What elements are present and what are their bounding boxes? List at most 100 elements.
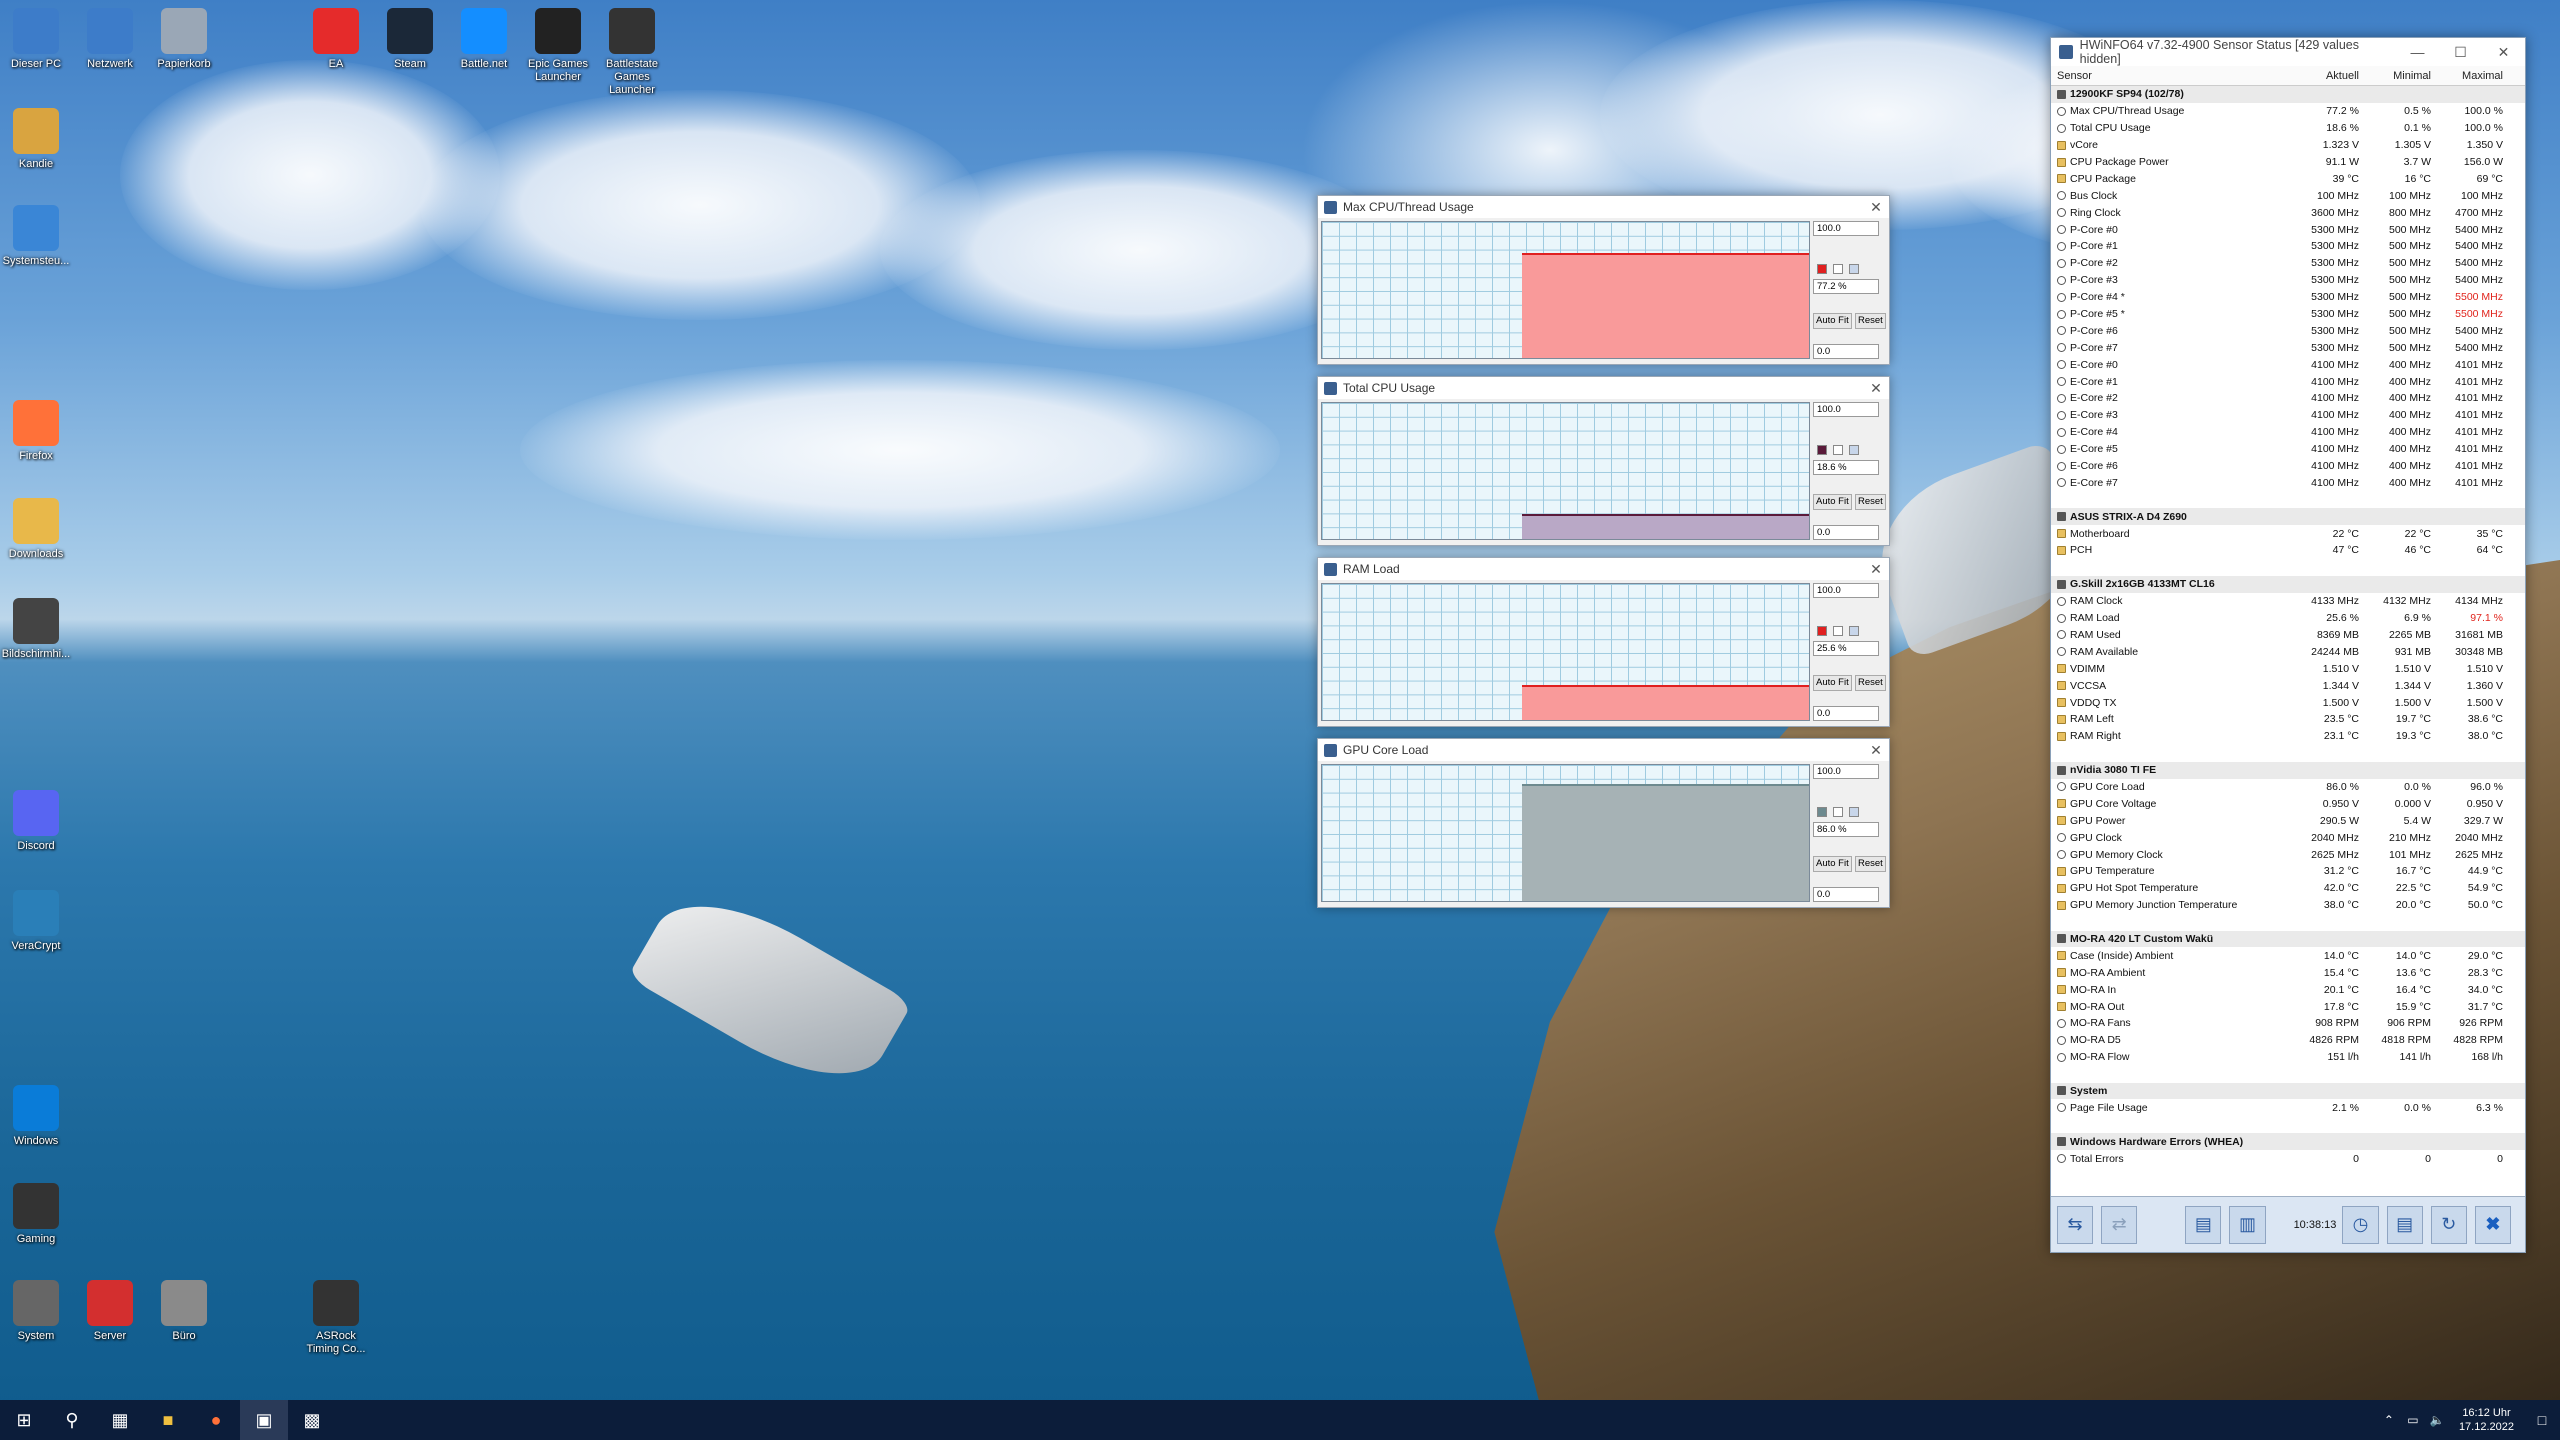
- reset-button[interactable]: Reset: [1855, 313, 1886, 329]
- series-color-swatch[interactable]: [1817, 264, 1827, 274]
- maximize-icon[interactable]: ☐: [2439, 44, 2482, 61]
- sensor-row[interactable]: MO-RA Flow 151 l/h 141 l/h 168 l/h: [2051, 1049, 2525, 1066]
- series-toggle[interactable]: [1833, 264, 1843, 274]
- sensor-row[interactable]: MO-RA Out 17.8 °C 15.9 °C 31.7 °C: [2051, 998, 2525, 1015]
- report-icon[interactable]: ▤: [2386, 1205, 2423, 1244]
- graph-titlebar[interactable]: Total CPU Usage ✕: [1318, 377, 1889, 399]
- sensor-group-row[interactable]: Windows Hardware Errors (WHEA): [2051, 1133, 2525, 1151]
- series-toggle[interactable]: [1833, 445, 1843, 455]
- search-icon[interactable]: ⚲: [48, 1400, 96, 1440]
- clock[interactable]: 16:12 Uhr 17.12.2022: [2449, 1406, 2524, 1434]
- hwinfo-window[interactable]: HWiNFO64 v7.32-4900 Sensor Status [429 v…: [2050, 37, 2526, 1253]
- auto-fit-button[interactable]: Auto Fit: [1813, 313, 1852, 329]
- sensor-row[interactable]: Total Errors 0 0 0: [2051, 1150, 2525, 1167]
- series-toggle[interactable]: [1833, 807, 1843, 817]
- graph-max-field[interactable]: 100.0: [1813, 221, 1879, 236]
- desktop-icon-recycle-bin[interactable]: Papierkorb: [148, 8, 220, 71]
- graph-window[interactable]: Max CPU/Thread Usage ✕ 100.0 77.2 % Auto Fit…: [1317, 195, 1890, 365]
- sensor-row[interactable]: P-Core #4 * 5300 MHz 500 MHz 5500 MHz: [2051, 289, 2525, 306]
- desktop-icon-computer[interactable]: Dieser PC: [0, 8, 72, 71]
- reset-button[interactable]: Reset: [1855, 494, 1886, 510]
- sensor-row[interactable]: E-Core #0 4100 MHz 400 MHz 4101 MHz: [2051, 356, 2525, 373]
- sensor-group-row[interactable]: G.Skill 2x16GB 4133MT CL16: [2051, 575, 2525, 593]
- sensor-row[interactable]: MO-RA In 20.1 °C 16.4 °C 34.0 °C: [2051, 981, 2525, 998]
- sensor-group-row[interactable]: MO-RA 420 LT Custom Wakü: [2051, 930, 2525, 948]
- desktop-icon-epic[interactable]: Epic Games Launcher: [522, 8, 594, 84]
- sensor-row[interactable]: E-Core #4 4100 MHz 400 MHz 4101 MHz: [2051, 424, 2525, 441]
- network-monitor-icon[interactable]: ▤: [2185, 1205, 2222, 1244]
- header-maximum[interactable]: Maximal: [2435, 70, 2507, 82]
- sensor-row[interactable]: VDIMM 1.510 V 1.510 V 1.510 V: [2051, 660, 2525, 677]
- sensor-row[interactable]: Max CPU/Thread Usage 77.2 % 0.5 % 100.0 %: [2051, 103, 2525, 120]
- sensor-row[interactable]: vCore 1.323 V 1.305 V 1.350 V: [2051, 137, 2525, 154]
- graph-window[interactable]: RAM Load ✕ 100.0 25.6 % Auto Fit Reset 0.0: [1317, 557, 1890, 727]
- clock-icon[interactable]: ◷: [2342, 1205, 2379, 1244]
- desktop-icon-ea[interactable]: EA: [300, 8, 372, 71]
- sensor-row[interactable]: E-Core #3 4100 MHz 400 MHz 4101 MHz: [2051, 407, 2525, 424]
- desktop-icon-asrock[interactable]: ASRock Timing Co...: [300, 1280, 372, 1356]
- sensor-group-row[interactable]: ASUS STRIX-A D4 Z690: [2051, 508, 2525, 526]
- sensor-row[interactable]: P-Core #6 5300 MHz 500 MHz 5400 MHz: [2051, 322, 2525, 339]
- sensor-row[interactable]: CPU Package 39 °C 16 °C 69 °C: [2051, 170, 2525, 187]
- hwinfo-titlebar[interactable]: HWiNFO64 v7.32-4900 Sensor Status [429 v…: [2051, 38, 2525, 66]
- auto-fit-button[interactable]: Auto Fit: [1813, 856, 1852, 872]
- sensor-row[interactable]: GPU Memory Clock 2625 MHz 101 MHz 2625 MHz: [2051, 846, 2525, 863]
- sensor-row[interactable]: P-Core #5 * 5300 MHz 500 MHz 5500 MHz: [2051, 306, 2525, 323]
- sensor-row[interactable]: GPU Core Voltage 0.950 V 0.000 V 0.950 V: [2051, 795, 2525, 812]
- graph-max-field[interactable]: 100.0: [1813, 764, 1879, 779]
- desktop-icon-veracrypt[interactable]: VeraCrypt: [0, 890, 72, 953]
- chevron-up-icon[interactable]: ⌃: [2377, 1400, 2401, 1440]
- sensor-row[interactable]: PCH 47 °C 46 °C 64 °C: [2051, 542, 2525, 559]
- sensor-row[interactable]: Total CPU Usage 18.6 % 0.1 % 100.0 %: [2051, 120, 2525, 137]
- graph-min-field[interactable]: 0.0: [1813, 525, 1879, 540]
- desktop-icon-firefox[interactable]: Firefox: [0, 400, 72, 463]
- sensor-row[interactable]: Page File Usage 2.1 % 0.0 % 6.3 %: [2051, 1099, 2525, 1116]
- app-taskbar-icon[interactable]: ▩: [288, 1400, 336, 1440]
- minimize-icon[interactable]: —: [2396, 44, 2439, 60]
- reset-icon[interactable]: ↻: [2430, 1205, 2467, 1244]
- header-minimum[interactable]: Minimal: [2363, 70, 2435, 82]
- firefox-taskbar-icon[interactable]: ●: [192, 1400, 240, 1440]
- desktop-icon-mouse[interactable]: Gaming: [0, 1183, 72, 1246]
- arrows-collapse-icon[interactable]: ⇄: [2101, 1205, 2138, 1244]
- sensor-row[interactable]: Motherboard 22 °C 22 °C 35 °C: [2051, 525, 2525, 542]
- series-color-swatch[interactable]: [1817, 445, 1827, 455]
- series-toggle[interactable]: [1849, 264, 1859, 274]
- sensor-group-row[interactable]: nVidia 3080 TI FE: [2051, 761, 2525, 779]
- auto-fit-button[interactable]: Auto Fit: [1813, 494, 1852, 510]
- desktop-icon-windows[interactable]: Windows: [0, 1085, 72, 1148]
- series-toggle[interactable]: [1849, 807, 1859, 817]
- sensor-row[interactable]: E-Core #2 4100 MHz 400 MHz 4101 MHz: [2051, 390, 2525, 407]
- sensor-row[interactable]: Ring Clock 3600 MHz 800 MHz 4700 MHz: [2051, 204, 2525, 221]
- sensor-group-row[interactable]: 12900KF SP94 (102/78): [2051, 86, 2525, 103]
- settings-layout-icon[interactable]: ▥: [2229, 1205, 2266, 1244]
- desktop-icon-downloads[interactable]: Downloads: [0, 498, 72, 561]
- desktop-icon-notepad[interactable]: Büro: [148, 1280, 220, 1343]
- sensor-row[interactable]: MO-RA Fans 908 RPM 906 RPM 926 RPM: [2051, 1015, 2525, 1032]
- desktop-icon-control-panel[interactable]: Systemsteu...: [0, 205, 72, 268]
- desktop-icon-network[interactable]: Netzwerk: [74, 8, 146, 71]
- close-icon[interactable]: ✕: [2482, 44, 2525, 61]
- desktop-icon-gear[interactable]: System: [0, 1280, 72, 1343]
- volume-icon[interactable]: 🔈: [2425, 1400, 2449, 1440]
- sensor-row[interactable]: MO-RA Ambient 15.4 °C 13.6 °C 28.3 °C: [2051, 964, 2525, 981]
- sensor-row[interactable]: GPU Core Load 86.0 % 0.0 % 96.0 %: [2051, 779, 2525, 796]
- sensor-row[interactable]: E-Core #6 4100 MHz 400 MHz 4101 MHz: [2051, 458, 2525, 475]
- graph-max-field[interactable]: 100.0: [1813, 402, 1879, 417]
- sensor-row[interactable]: P-Core #1 5300 MHz 500 MHz 5400 MHz: [2051, 238, 2525, 255]
- sensor-row[interactable]: GPU Clock 2040 MHz 210 MHz 2040 MHz: [2051, 829, 2525, 846]
- sensor-row[interactable]: GPU Hot Spot Temperature 42.0 °C 22.5 °C 54…: [2051, 880, 2525, 897]
- series-toggle[interactable]: [1849, 626, 1859, 636]
- sensor-row[interactable]: Case (Inside) Ambient 14.0 °C 14.0 °C 29.0 …: [2051, 947, 2525, 964]
- sensor-row[interactable]: Bus Clock 100 MHz 100 MHz 100 MHz: [2051, 187, 2525, 204]
- series-toggle[interactable]: [1833, 626, 1843, 636]
- desktop-icon-user-folder[interactable]: Kandie: [0, 108, 72, 171]
- sensor-row[interactable]: GPU Memory Junction Temperature 38.0 °C 20…: [2051, 897, 2525, 914]
- sensor-row[interactable]: E-Core #7 4100 MHz 400 MHz 4101 MHz: [2051, 474, 2525, 491]
- hwinfo-taskbar-icon[interactable]: ▣: [240, 1400, 288, 1440]
- reset-button[interactable]: Reset: [1855, 856, 1886, 872]
- sensor-row[interactable]: P-Core #7 5300 MHz 500 MHz 5400 MHz: [2051, 339, 2525, 356]
- arrows-left-right-icon[interactable]: ⇆: [2057, 1205, 2094, 1244]
- sensor-row[interactable]: RAM Clock 4133 MHz 4132 MHz 4134 MHz: [2051, 593, 2525, 610]
- close-icon[interactable]: ✕: [1863, 742, 1889, 759]
